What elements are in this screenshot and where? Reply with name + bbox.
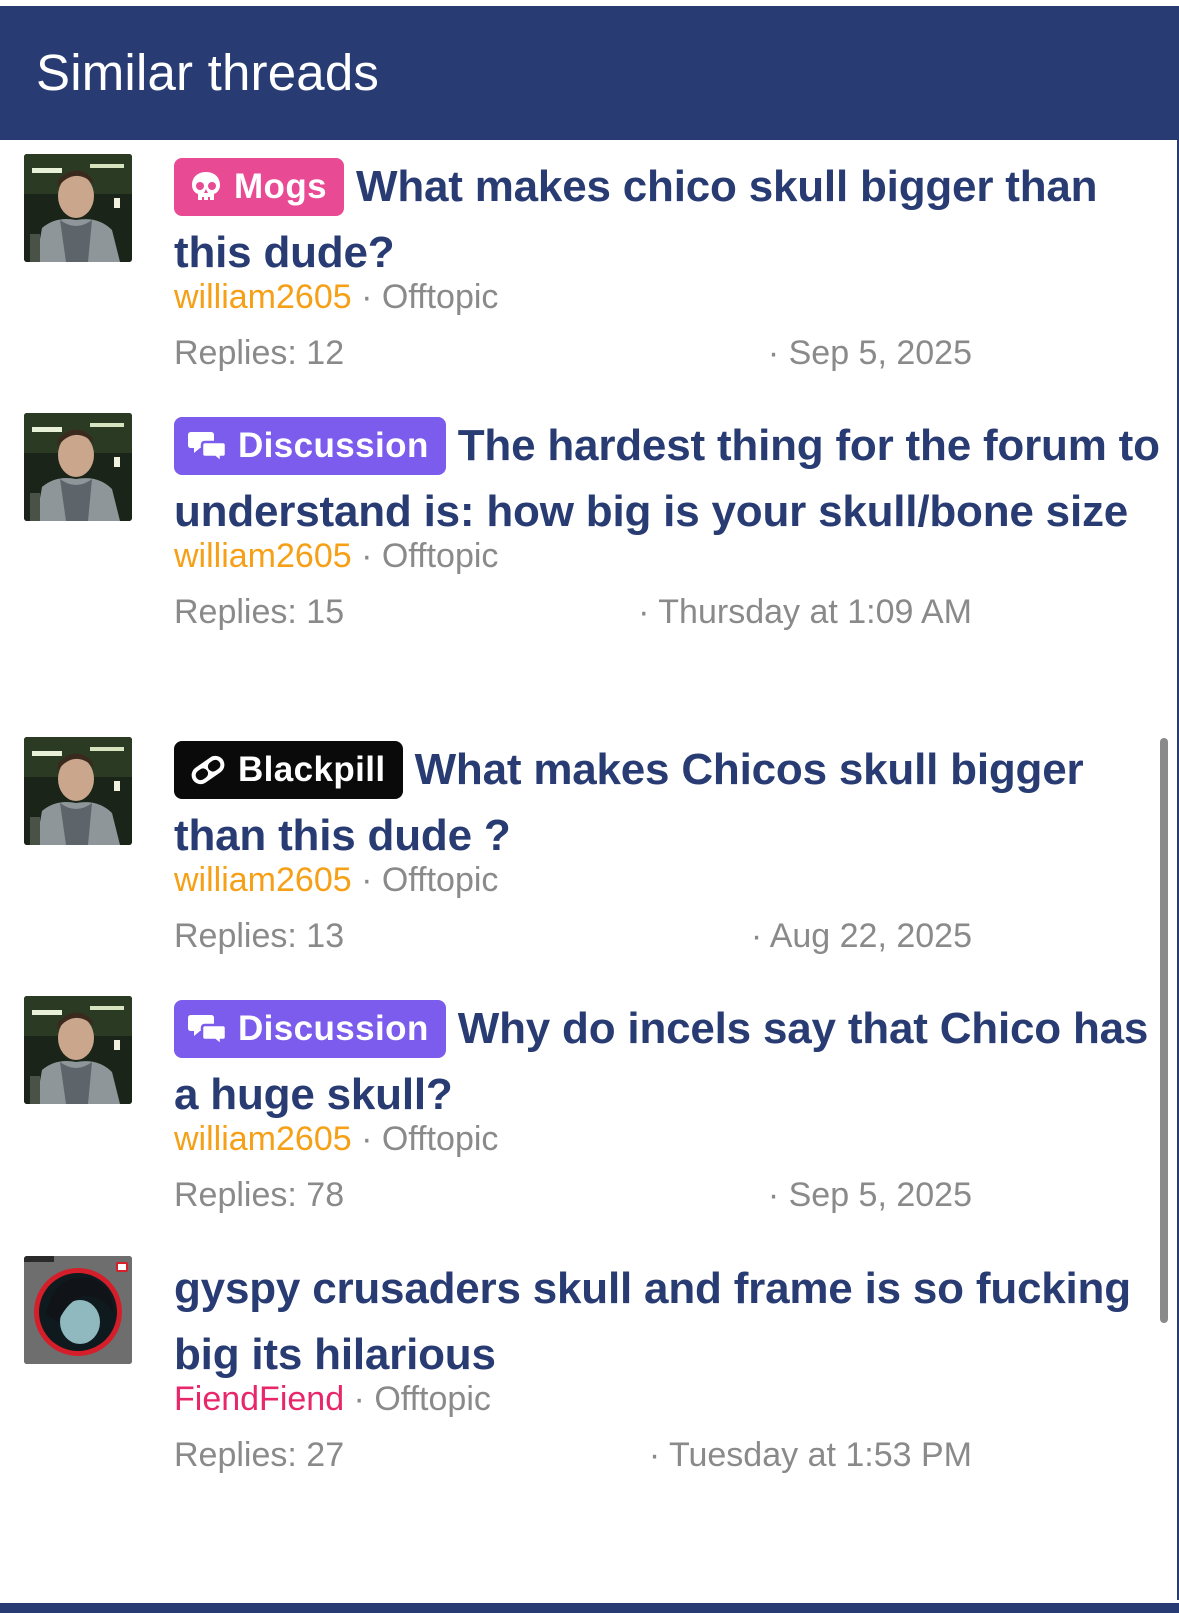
section-title: Similar threads <box>36 44 380 101</box>
avatar[interactable] <box>24 413 132 521</box>
prefix-badge-blackpill[interactable]: Blackpill <box>174 741 403 799</box>
thread-date: · Tuesday at 1:53 PM <box>648 1436 972 1474</box>
author-link[interactable]: william2605 <box>174 278 352 316</box>
scrollbar[interactable] <box>1160 738 1168 1323</box>
thread-stats: Replies: 27 · Tuesday at 1:53 PM <box>174 1434 1160 1476</box>
prefix-label: Blackpill <box>238 750 386 789</box>
thread-date: · Thursday at 1:09 AM <box>638 593 972 631</box>
thread-stats: Replies: 15 · Thursday at 1:09 AM <box>174 591 1160 633</box>
thread-meta: william2605 · Offtopic <box>174 278 499 316</box>
forum-link[interactable]: Offtopic <box>382 1120 499 1158</box>
thread-date: · Sep 5, 2025 <box>767 334 972 372</box>
thread-title[interactable]: Discussion The hardest thing for the foru… <box>174 413 1160 545</box>
forum-link[interactable]: Offtopic <box>382 861 499 899</box>
prefix-label: Discussion <box>238 426 429 465</box>
thread-title[interactable]: Discussion Why do incels say that Chico h… <box>174 996 1160 1128</box>
skull-icon <box>188 165 224 223</box>
thread-date: · Aug 22, 2025 <box>750 917 972 955</box>
avatar[interactable] <box>24 1256 132 1364</box>
replies-count: Replies: 78 <box>174 1176 345 1214</box>
avatar[interactable] <box>24 737 132 845</box>
thread-date: · Sep 5, 2025 <box>767 1176 972 1214</box>
avatar[interactable] <box>24 996 132 1104</box>
similar-threads-panel: Similar threads Mogs What makes chico sku… <box>0 0 1179 1613</box>
prefix-badge-discussion[interactable]: Discussion <box>174 1000 446 1058</box>
replies-count: Replies: 15 <box>174 593 345 631</box>
avatar[interactable] <box>24 154 132 262</box>
author-link[interactable]: FiendFiend <box>174 1380 344 1418</box>
forum-link[interactable]: Offtopic <box>382 278 499 316</box>
prefix-label: Discussion <box>238 1009 429 1048</box>
replies-count: Replies: 13 <box>174 917 345 955</box>
bottom-bar <box>0 1603 1179 1613</box>
author-link[interactable]: william2605 <box>174 861 352 899</box>
thread-stats: Replies: 78 · Sep 5, 2025 <box>174 1174 1160 1216</box>
chat-bubbles-icon <box>188 424 228 482</box>
pill-icon <box>188 748 228 806</box>
thread-stats: Replies: 12 · Sep 5, 2025 <box>174 332 1160 374</box>
author-link[interactable]: william2605 <box>174 1120 352 1158</box>
prefix-label: Mogs <box>234 167 327 206</box>
prefix-badge-mogs[interactable]: Mogs <box>174 158 344 216</box>
thread-title[interactable]: Mogs What makes chico skull bigger than t… <box>174 154 1160 286</box>
forum-link[interactable]: Offtopic <box>382 537 499 575</box>
thread-meta: FiendFiend · Offtopic <box>174 1380 491 1418</box>
replies-count: Replies: 12 <box>174 334 345 372</box>
forum-link[interactable]: Offtopic <box>374 1380 491 1418</box>
thread-meta: william2605 · Offtopic <box>174 1120 499 1158</box>
thread-meta: william2605 · Offtopic <box>174 861 499 899</box>
replies-count: Replies: 27 <box>174 1436 345 1474</box>
chat-bubbles-icon <box>188 1007 228 1065</box>
thread-title[interactable]: Blackpill What makes Chicos skull bigger … <box>174 737 1160 869</box>
thread-title[interactable]: gyspy crusaders skull and frame is so fu… <box>174 1256 1160 1388</box>
author-link[interactable]: william2605 <box>174 537 352 575</box>
thread-stats: Replies: 13 · Aug 22, 2025 <box>174 915 1160 957</box>
prefix-badge-discussion[interactable]: Discussion <box>174 417 446 475</box>
thread-title-text[interactable]: gyspy crusaders skull and frame is so fu… <box>174 1264 1131 1379</box>
similar-threads-header: Similar threads <box>0 6 1179 140</box>
